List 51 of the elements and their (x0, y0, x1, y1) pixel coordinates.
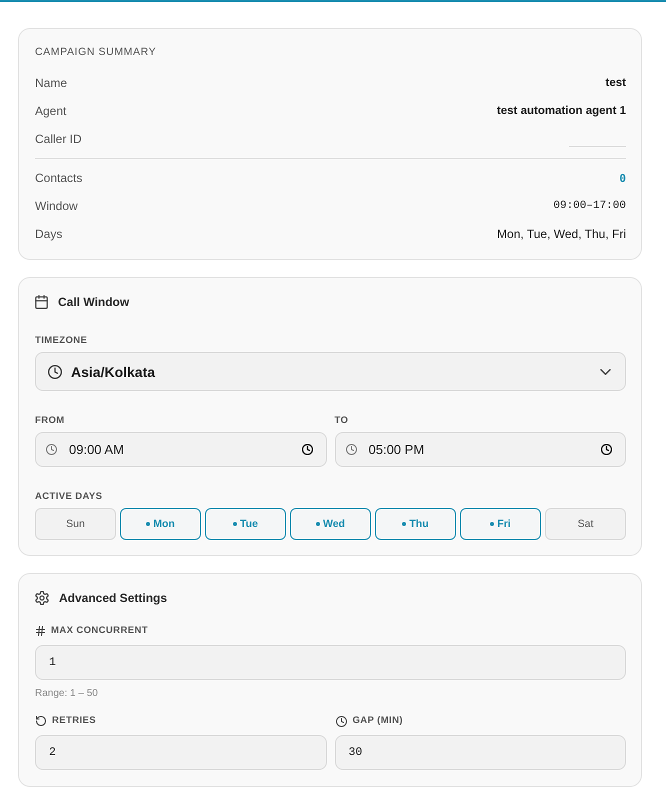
clock-icon[interactable] (601, 444, 612, 455)
range-hint: Range: 1 – 50 (35, 688, 99, 700)
number-input-field[interactable]: 1 (35, 645, 626, 680)
field-label: TO (334, 415, 350, 427)
calendar-icon (35, 295, 48, 309)
summary-label: Name (35, 76, 68, 90)
field-label: MAX CONCURRENT (51, 625, 148, 637)
field-label: ACTIVE DAYS (35, 491, 104, 503)
field-label: TIMEZONE (35, 335, 88, 347)
summary-label: Window (35, 199, 78, 213)
number-input-field[interactable]: 2 (35, 735, 326, 770)
day-toggle-button[interactable]: Mon (120, 508, 201, 540)
dot-icon (233, 522, 238, 526)
hash-icon (36, 626, 45, 636)
summary-value: 0 (619, 172, 626, 184)
summary-label: Agent (35, 104, 66, 118)
dot-icon (316, 522, 320, 526)
card-title: CAMPAIGN SUMMARY (35, 45, 158, 59)
field-label: FROM (35, 415, 66, 427)
day-toggle-button[interactable]: Thu (375, 508, 456, 540)
clock-icon (346, 444, 356, 455)
time-field[interactable]: 09:00 AM (35, 432, 326, 467)
clock-icon (48, 364, 62, 378)
day-toggle-button[interactable]: Sun (35, 508, 116, 540)
clock-icon[interactable] (302, 444, 312, 455)
summary-label: Caller ID (35, 132, 82, 146)
dot-icon (490, 522, 494, 526)
settings-icon (35, 591, 49, 605)
field-label: RETRIES (52, 715, 96, 727)
day-toggle-button[interactable]: Wed (290, 508, 371, 540)
summary-label: Days (35, 227, 62, 241)
clock-icon (336, 716, 346, 726)
summary-value: Mon, Tue, Wed, Thu, Fri (497, 227, 626, 241)
dot-icon (146, 522, 150, 526)
section-title: Advanced Settings (59, 591, 168, 605)
field-label: GAP (MIN) (352, 715, 403, 727)
time-field[interactable]: 05:00 PM (334, 432, 626, 467)
rotate-icon (36, 716, 46, 726)
summary-value: test automation agent 1 (496, 105, 626, 117)
summary-value: 09:00–17:00 (553, 200, 626, 212)
number-input-field[interactable]: 30 (334, 735, 626, 770)
clock-icon (46, 444, 57, 455)
day-toggle-button[interactable]: Sat (545, 508, 626, 540)
summary-value: test (606, 77, 626, 89)
chevron-down-icon (600, 368, 611, 374)
dot-icon (402, 522, 406, 526)
day-toggle-button[interactable]: Tue (205, 508, 286, 540)
day-toggle-button[interactable]: Fri (460, 508, 541, 540)
timezone-select[interactable]: Asia/Kolkata (35, 352, 626, 391)
summary-label: Contacts (35, 171, 82, 185)
section-title: Call Window (58, 295, 130, 309)
